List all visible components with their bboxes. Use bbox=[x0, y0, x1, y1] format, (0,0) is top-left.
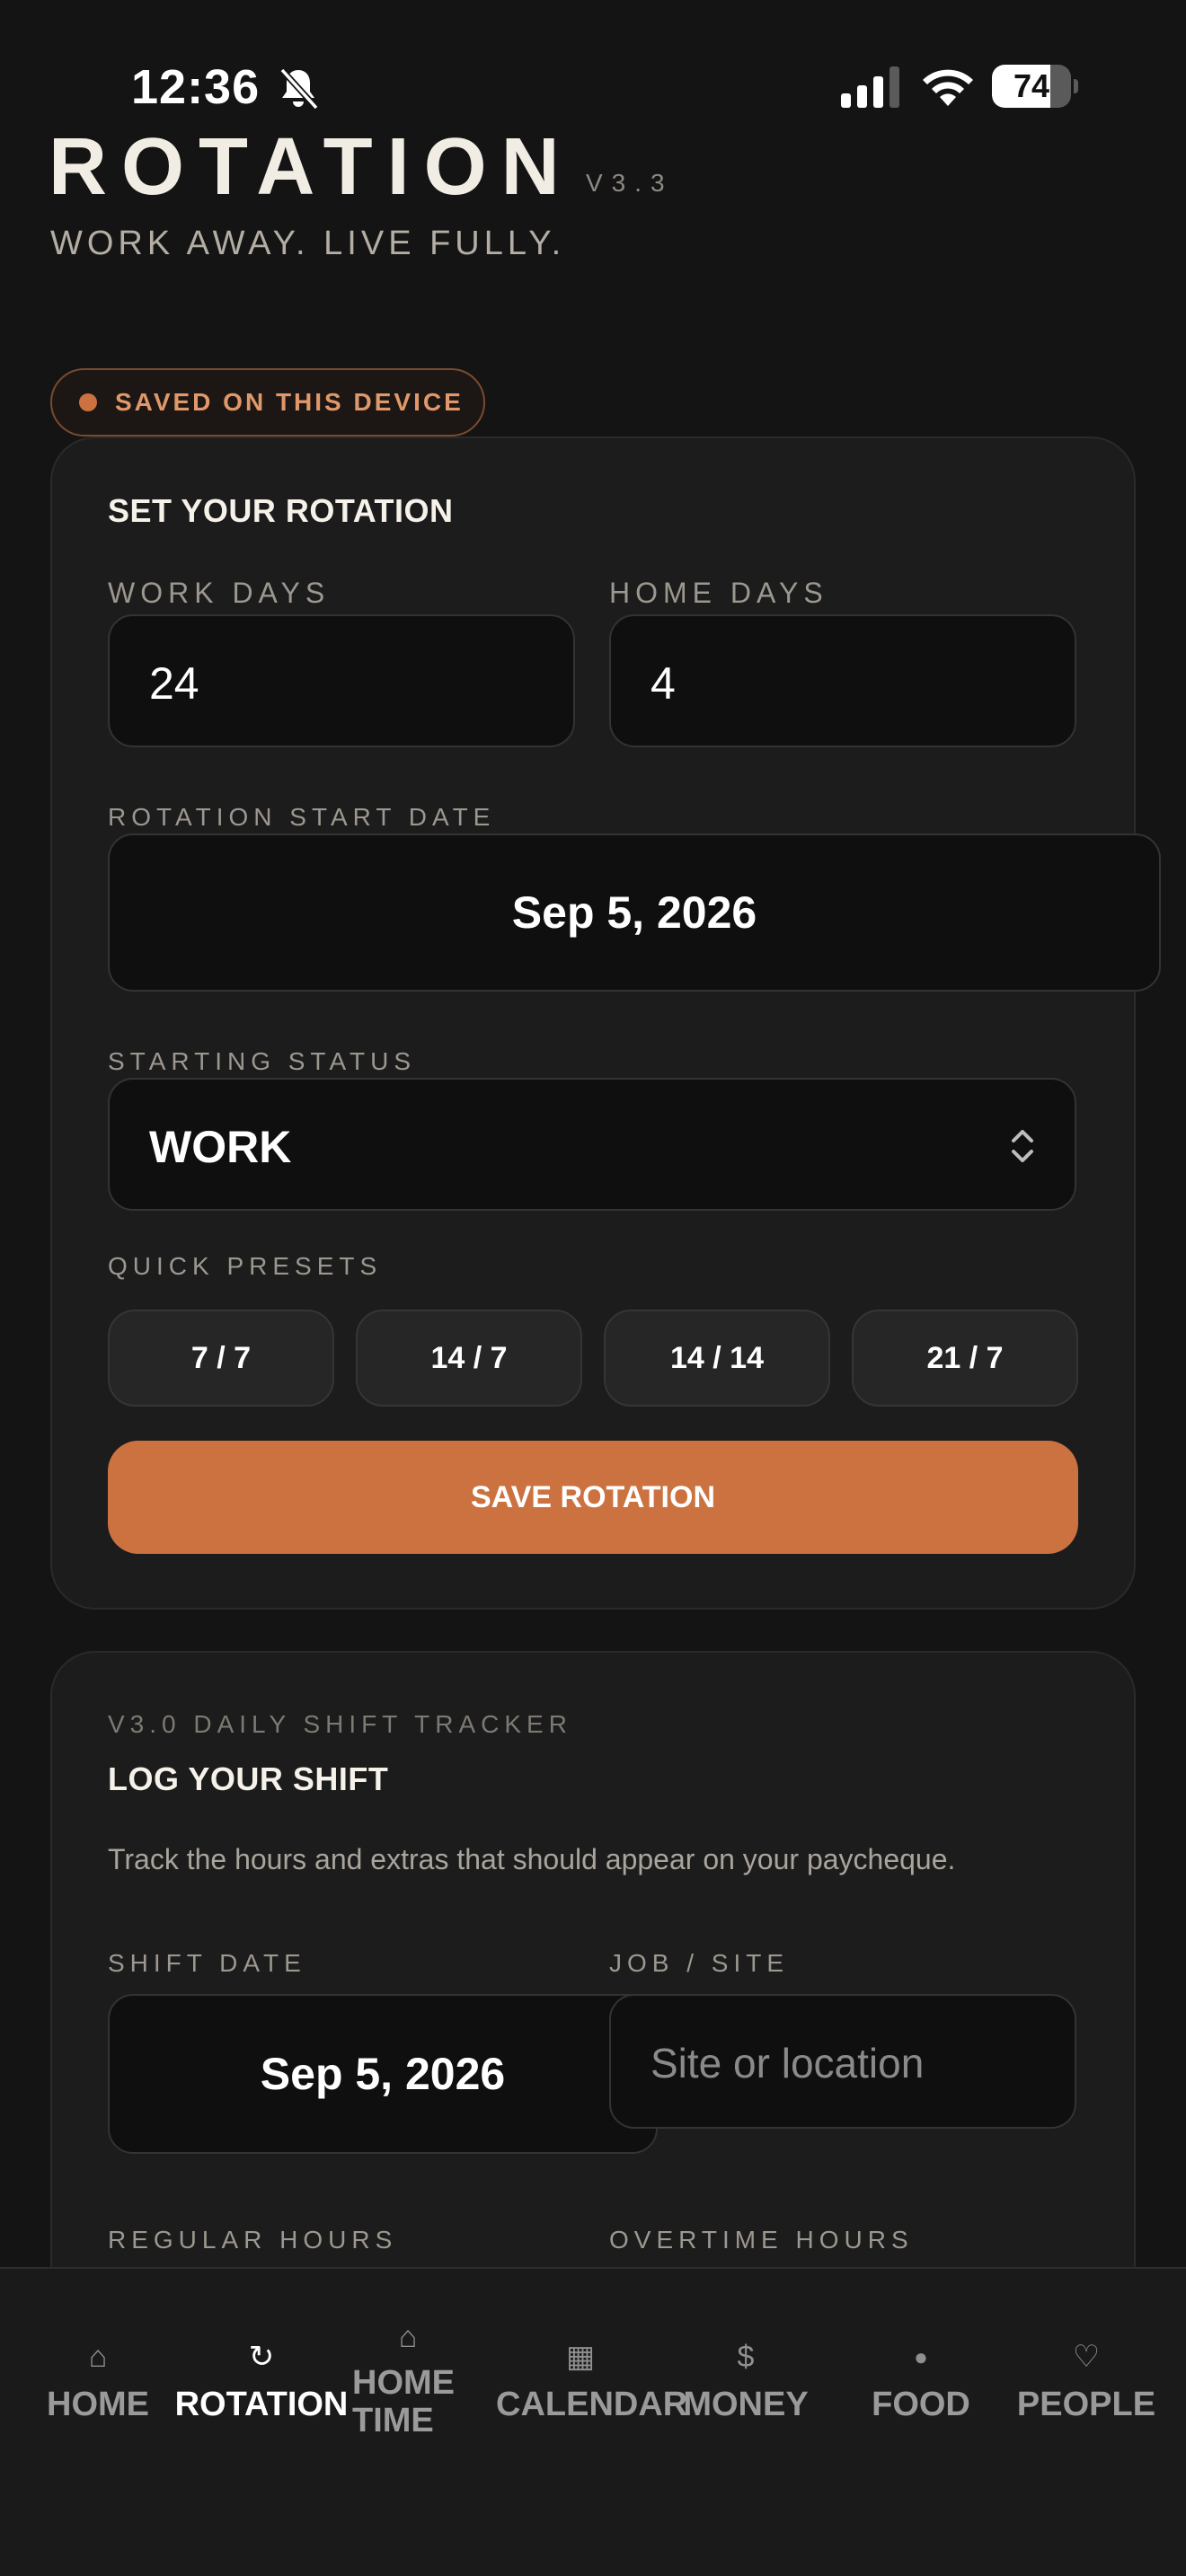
rotation-card-title: SET YOUR ROTATION bbox=[108, 492, 454, 529]
app-title: ROTATION bbox=[49, 122, 574, 212]
work-days-label: WORK DAYS bbox=[108, 577, 331, 609]
starting-status-value: WORK bbox=[149, 1122, 292, 1172]
set-rotation-card bbox=[50, 437, 1136, 1610]
shift-date-picker[interactable]: Sep 5, 2026 bbox=[108, 1994, 658, 2154]
app-version: V3.3 bbox=[586, 169, 674, 197]
quick-presets-label: QUICK PRESETS bbox=[108, 1252, 383, 1280]
starting-status-select[interactable]: WORK bbox=[108, 1078, 1076, 1211]
overtime-hours-label: OVERTIME HOURS bbox=[609, 2226, 914, 2254]
shift-date-label: SHIFT DATE bbox=[108, 1949, 306, 1977]
tab-food[interactable]: ● FOOD bbox=[863, 2339, 979, 2423]
shift-card-description: Track the hours and extras that should a… bbox=[108, 1843, 956, 1875]
preset-14-14-button[interactable]: 14 / 14 bbox=[604, 1310, 830, 1407]
tab-home[interactable]: ⌂ HOME bbox=[41, 2339, 155, 2423]
select-chevron-icon bbox=[1012, 1130, 1033, 1162]
saved-status-text: SAVED ON THIS DEVICE bbox=[115, 388, 464, 416]
battery-indicator: 74 bbox=[992, 65, 1078, 108]
status-dot-icon bbox=[79, 393, 97, 411]
calendar-icon: ▦ bbox=[565, 2340, 596, 2374]
home-icon: ⌂ bbox=[88, 2340, 108, 2374]
work-days-value: 24 bbox=[149, 658, 199, 709]
tab-money[interactable]: $ MONEY bbox=[674, 2339, 818, 2423]
shift-card-title: LOG YOUR SHIFT bbox=[108, 1760, 389, 1797]
cellular-signal-icon bbox=[841, 66, 899, 108]
wifi-icon bbox=[923, 69, 973, 106]
home-days-input[interactable]: 4 bbox=[609, 614, 1076, 747]
tab-calendar[interactable]: ▦ CALENDAR bbox=[496, 2339, 688, 2423]
tab-label: MONEY bbox=[683, 2386, 809, 2423]
starting-status-label: STARTING STATUS bbox=[108, 1047, 417, 1075]
money-icon: $ bbox=[737, 2340, 755, 2374]
rotation-icon: ↻ bbox=[248, 2340, 275, 2374]
shift-tracker-eyebrow: V3.0 DAILY SHIFT TRACKER bbox=[108, 1710, 572, 1738]
tab-label: CALENDAR bbox=[496, 2386, 688, 2423]
home-time-icon: ⌂ bbox=[398, 2320, 418, 2354]
tab-label: ROTATION bbox=[174, 2386, 349, 2423]
work-days-input[interactable]: 24 bbox=[108, 614, 575, 747]
rotation-start-date-picker[interactable]: Sep 5, 2026 bbox=[108, 834, 1161, 992]
tab-label: HOME bbox=[47, 2386, 149, 2423]
tab-people[interactable]: ♡ PEOPLE bbox=[1012, 2339, 1161, 2423]
regular-hours-label: REGULAR HOURS bbox=[108, 2226, 398, 2254]
tab-label: PEOPLE bbox=[1016, 2386, 1156, 2423]
preset-21-7-button[interactable]: 21 / 7 bbox=[852, 1310, 1078, 1407]
food-icon: ● bbox=[914, 2343, 928, 2370]
tab-rotation[interactable]: ↻ ROTATION bbox=[173, 2339, 350, 2423]
battery-percent: 74 bbox=[1013, 67, 1050, 104]
preset-7-7-button[interactable]: 7 / 7 bbox=[108, 1310, 334, 1407]
home-days-label: HOME DAYS bbox=[609, 577, 828, 609]
bottom-tab-bar: ⌂ HOME ↻ ROTATION ⌂ HOME TIME ▦ CALENDAR… bbox=[0, 2267, 1186, 2576]
save-rotation-button[interactable]: SAVE ROTATION bbox=[108, 1441, 1078, 1554]
saved-status-badge: SAVED ON THIS DEVICE bbox=[50, 368, 485, 437]
tab-label: FOOD bbox=[872, 2386, 970, 2423]
bell-muted-icon bbox=[279, 67, 319, 110]
preset-14-7-button[interactable]: 14 / 7 bbox=[356, 1310, 582, 1407]
shift-date-value: Sep 5, 2026 bbox=[260, 2049, 506, 2099]
status-time: 12:36 bbox=[131, 60, 261, 114]
tab-home-time[interactable]: ⌂ HOME TIME bbox=[352, 2319, 464, 2439]
job-site-label: JOB / SITE bbox=[609, 1949, 790, 1977]
app-tagline: WORK AWAY. LIVE FULLY. bbox=[50, 225, 566, 262]
tab-label: HOME TIME bbox=[352, 2364, 455, 2439]
rotation-start-date-label: ROTATION START DATE bbox=[108, 803, 496, 831]
rotation-start-date-value: Sep 5, 2026 bbox=[511, 887, 757, 938]
job-site-placeholder: Site or location bbox=[651, 2040, 925, 2086]
home-days-value: 4 bbox=[651, 658, 676, 709]
people-icon: ♡ bbox=[1072, 2340, 1101, 2374]
job-site-input[interactable]: Site or location bbox=[609, 1994, 1076, 2129]
